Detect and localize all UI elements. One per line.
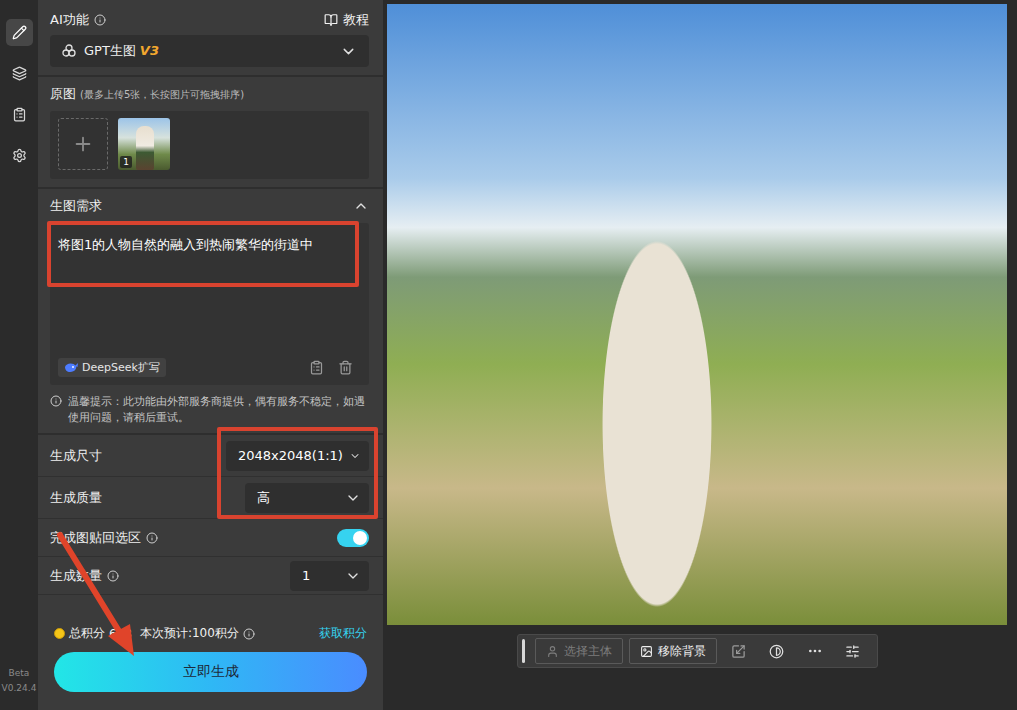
toolbar-icon-button[interactable]: [799, 638, 831, 664]
source-section: 原图(最多上传5张，长按图片可拖拽排序) 1: [38, 75, 383, 187]
model-name: GPT生图V3: [84, 42, 332, 60]
model-version: V3: [140, 43, 159, 58]
select-box[interactable]: 1: [290, 561, 369, 591]
notice: 温馨提示：此功能由外部服务商提供，偶有服务不稳定，如遇使用问题，请稍后重试。: [50, 393, 369, 425]
annotation-arrow-icon: [38, 0, 383, 710]
rail-item[interactable]: [6, 101, 33, 128]
settings-area: 生成尺寸 2048x2048(1:1) 生成质量 高完成图贴回选区生成数量 1: [38, 433, 383, 595]
image-toolbar: 选择主体移除背景: [517, 634, 878, 668]
prompt-section: 生图需求将图1的人物自然的融入到热闹繁华的街道中DeepSeek扩写温馨提示：此…: [38, 187, 383, 433]
toolbar-button[interactable]: 移除背景: [629, 638, 717, 664]
prompt-text: 将图1的人物自然的融入到热闹繁华的街道中: [58, 235, 361, 358]
drag-handle[interactable]: [522, 639, 525, 663]
info-icon[interactable]: [243, 628, 255, 640]
select-box[interactable]: 高: [245, 483, 369, 513]
panel-header: AI功能 教程: [38, 0, 383, 35]
prompt-wrap: 将图1的人物自然的融入到热闹繁华的街道中DeepSeek扩写: [50, 223, 369, 385]
version-info: BetaV0.24.4: [2, 666, 37, 710]
prompt-tool-icons: [309, 360, 361, 375]
toolbar-icon-button[interactable]: [837, 638, 869, 664]
more-icon: [807, 643, 823, 659]
setting-label: 完成图贴回选区: [50, 529, 158, 547]
setting-label: 生成数量: [50, 567, 119, 585]
points-info: 总积分608本次预计:100积分: [54, 625, 255, 642]
plus-icon: [72, 133, 94, 155]
book-icon: [324, 13, 338, 27]
trash-icon[interactable]: [338, 360, 353, 375]
gear-icon: [12, 148, 27, 163]
deepseek-expand-button[interactable]: DeepSeek扩写: [58, 358, 166, 377]
clipboard-icon: [12, 107, 27, 122]
toggle-switch[interactable]: [337, 529, 369, 547]
highlight-group: 生成尺寸 2048x2048(1:1) 生成质量 高: [38, 435, 383, 519]
setting-label: 生成尺寸: [50, 447, 102, 465]
thumbnail-photo: [136, 126, 154, 170]
model-logo-icon: [62, 44, 76, 58]
icon-rail: BetaV0.24.4: [0, 0, 38, 710]
panel-footer: 总积分608本次预计:100积分 获取积分立即生成: [38, 621, 383, 710]
info-icon[interactable]: [94, 14, 106, 26]
setting-row: 生成尺寸 2048x2048(1:1): [38, 435, 383, 477]
setting-row: 生成数量 1: [38, 557, 383, 595]
chevron-down-icon: [340, 43, 357, 60]
coin-icon: [54, 628, 65, 639]
history-icon[interactable]: [309, 360, 324, 375]
result-photo[interactable]: [387, 4, 1007, 625]
section-label[interactable]: 生图需求: [50, 197, 369, 215]
add-image-button[interactable]: [58, 118, 108, 170]
chevron-down-icon: [349, 448, 361, 464]
toggle-knob: [353, 531, 367, 545]
canvas-area: 选择主体移除背景: [383, 0, 1017, 710]
image-thumbnail[interactable]: 1: [118, 118, 170, 170]
person-icon: [546, 645, 559, 658]
contrast-icon: [769, 644, 784, 659]
image-icon: [640, 645, 653, 658]
setting-row: 完成图贴回选区: [38, 519, 383, 557]
toolbar-button[interactable]: 选择主体: [535, 638, 623, 664]
highlight-box: [217, 427, 378, 519]
model-select[interactable]: GPT生图V3: [50, 35, 369, 67]
prompt-tools: DeepSeek扩写: [58, 358, 361, 377]
pencil-icon: [12, 25, 27, 40]
generate-button[interactable]: 立即生成: [54, 652, 367, 692]
image-index-badge: 1: [120, 156, 132, 168]
rail-item[interactable]: [6, 19, 33, 46]
chevron-up-icon[interactable]: [353, 198, 369, 214]
info-icon[interactable]: [146, 532, 158, 544]
ai-panel: AI功能 教程 GPT生图V3 原图(最多上传5张，长按图片可拖拽排序) 1 生图需求将图…: [38, 0, 383, 710]
points-row: 总积分608本次预计:100积分 获取积分: [54, 625, 367, 642]
whale-icon: [64, 362, 78, 373]
panel-title: AI功能: [50, 11, 106, 29]
scale-icon: [731, 644, 746, 659]
rail-item[interactable]: [6, 60, 33, 87]
upload-area: 1: [50, 111, 369, 179]
highlight-box: [47, 221, 359, 287]
info-icon[interactable]: [107, 570, 119, 582]
chevron-down-icon: [345, 568, 361, 584]
app-window: BetaV0.24.4 AI功能 教程 GPT生图V3 原图(最多上传5张，长按图片可拖…: [0, 0, 1017, 710]
tutorial-link[interactable]: 教程: [324, 11, 369, 29]
get-points-link[interactable]: 获取积分: [319, 625, 367, 642]
setting-label: 生成质量: [50, 489, 102, 507]
chevron-down-icon: [345, 490, 361, 506]
rail-item[interactable]: [6, 142, 33, 169]
setting-row: 生成质量 高: [38, 477, 383, 519]
layers-icon: [12, 66, 27, 81]
toolbar-icon-button[interactable]: [761, 638, 793, 664]
sliders-icon: [845, 644, 860, 659]
section-label: 原图(最多上传5张，长按图片可拖拽排序): [50, 85, 369, 103]
select-box[interactable]: 2048x2048(1:1): [226, 441, 369, 471]
prompt-input[interactable]: 将图1的人物自然的融入到热闹繁华的街道中DeepSeek扩写: [50, 223, 369, 385]
info-icon: [50, 395, 62, 407]
toolbar-icon-button[interactable]: [723, 638, 755, 664]
panel-scroll: AI功能 教程 GPT生图V3 原图(最多上传5张，长按图片可拖拽排序) 1 生图需求将图…: [38, 0, 383, 621]
